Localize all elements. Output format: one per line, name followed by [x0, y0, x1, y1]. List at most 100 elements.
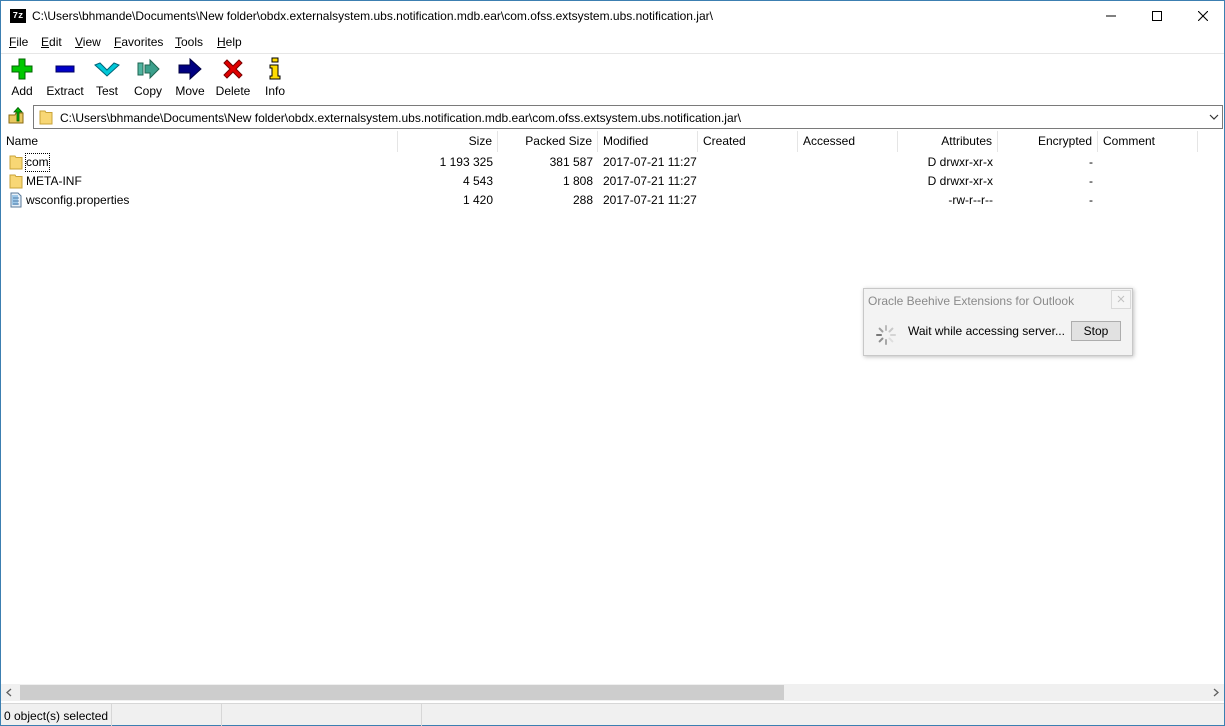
chevron-down-icon[interactable] — [1209, 112, 1219, 122]
column-header-modified[interactable]: Modified — [598, 131, 698, 152]
app-window: 7z C:\Users\bhmande\Documents\New folder… — [0, 0, 1225, 726]
minimize-button[interactable] — [1088, 1, 1134, 31]
menu-file[interactable]: File — [9, 35, 28, 49]
file-encrypted: - — [1089, 174, 1093, 188]
menu-edit-label: dit — [49, 35, 62, 49]
column-header-accessed[interactable]: Accessed — [798, 131, 898, 152]
folder-icon — [9, 174, 23, 189]
file-encrypted: - — [1089, 193, 1093, 207]
menu-help[interactable]: Help — [217, 35, 242, 49]
add-label: Add — [11, 84, 33, 98]
window-title: C:\Users\bhmande\Documents\New folder\ob… — [32, 9, 713, 23]
menu-tools[interactable]: Tools — [175, 35, 203, 49]
column-header-size[interactable]: Size — [398, 131, 498, 152]
file-name: com — [25, 153, 50, 172]
file-created — [698, 153, 798, 172]
popup-title: Oracle Beehive Extensions for Outlook — [868, 294, 1075, 308]
minimize-icon — [1106, 15, 1116, 17]
file-accessed — [798, 172, 898, 191]
copy-button[interactable]: Copy — [132, 57, 164, 101]
status-segment — [112, 704, 222, 726]
table-row[interactable]: wsconfig.properties 1 420 288 2017-07-21… — [1, 191, 1224, 210]
scroll-left-icon[interactable] — [5, 688, 13, 697]
file-size: 4 543 — [462, 174, 493, 188]
list-header: Name Size Packed Size Modified Created A… — [1, 131, 1224, 152]
file-name-cell[interactable]: com — [1, 153, 397, 172]
file-comment — [1098, 153, 1198, 172]
popup-close-button[interactable] — [1111, 290, 1131, 309]
up-folder-button[interactable] — [7, 106, 27, 127]
file-name: META-INF — [26, 174, 82, 188]
move-label: Move — [175, 84, 205, 98]
table-row[interactable]: META-INF 4 543 1 808 2017-07-21 11:27 D … — [1, 172, 1224, 191]
column-header-created[interactable]: Created — [698, 131, 798, 152]
info-label: Info — [264, 84, 285, 98]
menu-edit-accel: E — [41, 35, 50, 49]
info-icon — [269, 57, 281, 80]
file-list[interactable]: Name Size Packed Size Modified Created A… — [1, 131, 1224, 684]
file-packed-size: 1 808 — [562, 174, 593, 188]
info-button[interactable]: Info — [263, 57, 287, 101]
horizontal-scrollbar[interactable] — [1, 684, 1224, 701]
menu-help-label: elp — [225, 35, 242, 49]
table-row[interactable]: com 1 193 325 381 587 2017-07-21 11:27 D… — [1, 153, 1224, 172]
menu-view-label: iew — [82, 35, 101, 49]
menu-tools-label: ools — [181, 35, 204, 49]
column-header-packed-size[interactable]: Packed Size — [498, 131, 598, 152]
file-created — [698, 172, 798, 191]
file-modified: 2017-07-21 11:27 — [603, 155, 697, 169]
file-comment — [1098, 172, 1198, 191]
selection-count: 0 object(s) selected — [4, 709, 109, 723]
extract-label: Extract — [46, 84, 84, 98]
toolbar: Add Extract Test Copy Move Delete Info — [1, 53, 1224, 101]
stop-button[interactable]: Stop — [1071, 321, 1121, 341]
close-window-button[interactable] — [1180, 1, 1225, 31]
test-button[interactable]: Test — [93, 57, 121, 101]
title-bar[interactable]: 7z C:\Users\bhmande\Documents\New folder… — [1, 1, 1224, 31]
file-icon — [10, 192, 22, 208]
minus-icon — [55, 65, 75, 73]
plus-icon — [11, 58, 33, 80]
menu-edit[interactable]: Edit — [41, 35, 62, 49]
file-attributes: D drwxr-xr-x — [927, 174, 993, 188]
folder-icon — [9, 155, 23, 170]
maximize-button[interactable] — [1134, 1, 1180, 31]
scroll-right-icon[interactable] — [1212, 688, 1220, 697]
file-packed-size: 288 — [572, 193, 593, 207]
add-button[interactable]: Add — [8, 57, 36, 101]
spinner-icon — [876, 325, 896, 345]
app-7zip-icon: 7z — [10, 9, 26, 23]
status-segment-selection: 0 object(s) selected — [1, 704, 112, 726]
menu-help-accel: H — [217, 35, 226, 49]
menu-bar: File Edit View Favorites Tools Help — [1, 31, 1224, 52]
file-name-cell[interactable]: META-INF — [1, 172, 397, 191]
delete-x-icon — [223, 59, 243, 79]
column-header-name[interactable]: Name — [1, 131, 398, 152]
file-attributes: D drwxr-xr-x — [927, 155, 993, 169]
file-comment — [1098, 191, 1198, 210]
address-path: C:\Users\bhmande\Documents\New folder\ob… — [60, 111, 741, 125]
popup-message: Wait while accessing server... — [908, 324, 1065, 338]
maximize-icon — [1152, 11, 1162, 21]
file-attributes: -rw-r--r-- — [948, 193, 993, 207]
scrollbar-thumb[interactable] — [20, 685, 784, 700]
column-header-encrypted[interactable]: Encrypted — [998, 131, 1098, 152]
address-combo[interactable]: C:\Users\bhmande\Documents\New folder\ob… — [33, 105, 1223, 129]
column-header-comment[interactable]: Comment — [1098, 131, 1198, 152]
menu-favorites[interactable]: Favorites — [114, 35, 163, 49]
move-button[interactable]: Move — [174, 57, 206, 101]
copy-arrow-icon — [137, 58, 160, 80]
extract-button[interactable]: Extract — [44, 57, 86, 101]
file-created — [698, 191, 798, 210]
file-name-cell[interactable]: wsconfig.properties — [1, 191, 397, 210]
column-header-attributes[interactable]: Attributes — [898, 131, 998, 152]
file-name: wsconfig.properties — [26, 193, 130, 207]
menu-file-label: ile — [16, 35, 29, 49]
address-bar: C:\Users\bhmande\Documents\New folder\ob… — [1, 103, 1224, 129]
progress-popup: Oracle Beehive Extensions for Outlook Wa… — [863, 288, 1133, 356]
checkmark-icon — [94, 62, 120, 77]
status-bar: 0 object(s) selected — [1, 703, 1224, 726]
delete-button[interactable]: Delete — [215, 57, 251, 101]
move-arrow-icon — [178, 57, 202, 81]
menu-view[interactable]: View — [75, 35, 101, 49]
